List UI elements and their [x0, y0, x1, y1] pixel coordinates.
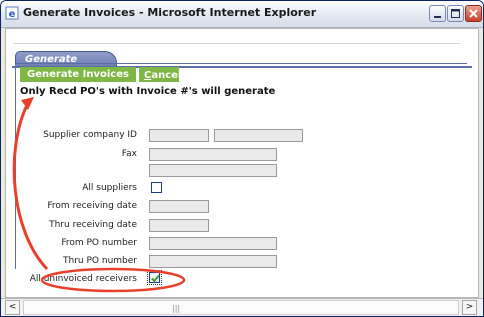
all-suppliers-label: All suppliers [82, 183, 137, 193]
close-icon [469, 9, 478, 18]
thru-po-number-input[interactable] [149, 255, 277, 268]
minimize-button[interactable] [429, 5, 446, 22]
all-suppliers-checkbox[interactable] [151, 182, 162, 193]
all-uninvoiced-receivers-checkbox[interactable] [149, 272, 160, 283]
maximize-button[interactable] [447, 5, 464, 22]
from-po-number-input[interactable] [149, 237, 277, 250]
maximize-icon [451, 9, 460, 18]
divider [14, 43, 460, 44]
minimize-icon [434, 16, 441, 18]
generate-invoices-button[interactable]: Generate Invoices [20, 67, 136, 82]
supplier-company-name-input[interactable] [214, 129, 303, 142]
thru-receiving-date-label: Thru receiving date [49, 220, 137, 230]
scrollbar-thumb[interactable]: ||| [23, 300, 459, 315]
horizontal-scrollbar[interactable]: < ||| > [1, 298, 483, 316]
supplier-company-id-input[interactable] [149, 129, 209, 142]
scroll-left-arrow-icon[interactable]: < [5, 300, 20, 315]
cancel-button[interactable]: Cancel [139, 67, 182, 82]
cancel-label-rest: ancel [151, 70, 182, 81]
supplier-company-id-label: Supplier company ID [43, 130, 137, 140]
fax-input[interactable] [149, 148, 277, 161]
all-uninvoiced-receivers-label: All uninvoiced receivers [29, 274, 137, 284]
thru-receiving-date-input[interactable] [149, 219, 209, 232]
thru-po-number-label: Thru PO number [63, 256, 137, 266]
checkmark-icon [151, 274, 160, 283]
svg-text:e: e [9, 9, 16, 20]
fax-input-secondary[interactable] [149, 164, 277, 177]
browser-window: e Generate Invoices - Microsoft Internet… [0, 0, 484, 317]
window-title: Generate Invoices - Microsoft Internet E… [23, 6, 317, 19]
from-receiving-date-label: From receiving date [47, 201, 137, 211]
title-bar: e Generate Invoices - Microsoft Internet… [1, 1, 483, 28]
from-receiving-date-input[interactable] [149, 200, 209, 213]
fax-label: Fax [121, 149, 137, 159]
internet-explorer-icon: e [5, 6, 19, 20]
generation-notice: Only Recd PO's with Invoice #'s will gen… [20, 86, 276, 97]
scroll-right-arrow-icon[interactable]: > [462, 300, 477, 315]
scrollbar-grip-icon: ||| [172, 304, 181, 313]
close-button[interactable] [465, 5, 482, 22]
from-po-number-label: From PO number [61, 238, 137, 248]
